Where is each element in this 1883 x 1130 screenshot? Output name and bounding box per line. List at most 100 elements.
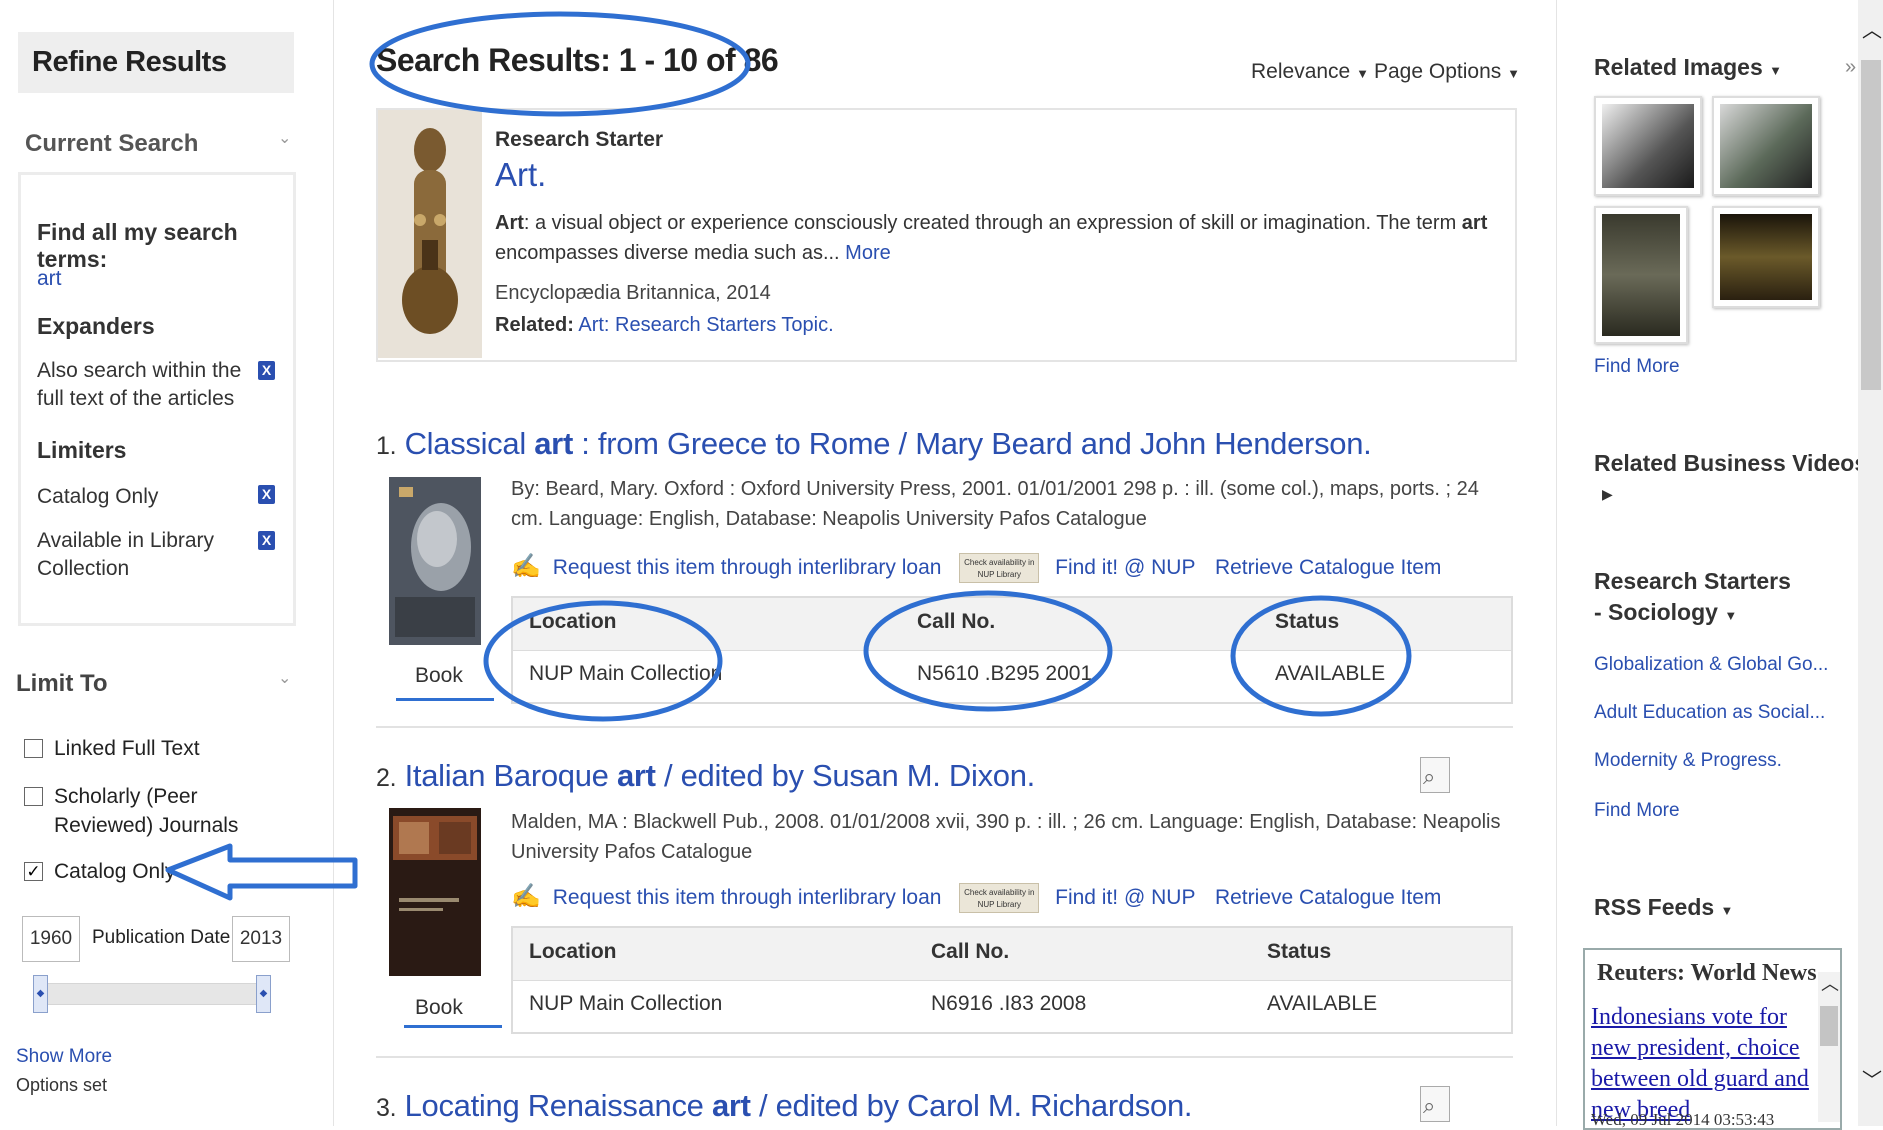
check-availability-badge[interactable]: Check availability in NUP Library [959,553,1040,584]
title-part: Locating Renaissance [404,1088,712,1123]
holdings-cell: AVAILABLE [1275,662,1386,685]
find-more-images-link[interactable]: Find More [1594,356,1680,378]
chevron-down-icon[interactable]: ⌄ [278,668,291,688]
holdings-table-1: Location Call No. Status NUP Main Collec… [511,596,1513,704]
photo-image [1602,214,1680,336]
interlibrary-loan-link[interactable]: Request this item through interlibrary l… [553,886,942,909]
research-starter-title[interactable]: Art. [495,156,546,194]
check-availability-badge[interactable]: Check availability in NUP Library [959,883,1040,914]
slider-handle-right[interactable]: ◆ [256,975,271,1013]
limiter-item: Available in Library Collection [37,529,215,580]
remove-limiter-icon[interactable]: X [258,531,275,550]
rss-feeds-title[interactable]: RSS Feeds ▼ [1594,892,1733,926]
find-it-link[interactable]: Find it! @ NUP [1055,886,1195,909]
research-starter-image[interactable] [378,110,482,358]
related-label: Related: [495,314,574,336]
result-actions-1: ✍ Request this item through interlibrary… [511,552,1441,584]
expanders-title: Expanders [37,313,155,339]
refine-sidebar: Refine Results Current Search ⌄ Find all… [0,0,334,1126]
preview-document-icon[interactable] [1420,757,1450,793]
expand-arrow-icon[interactable]: ▶ [1602,486,1613,503]
holdings-header: Status [1275,610,1340,633]
rss-item-link[interactable]: Indonesians vote for new president, choi… [1591,1002,1811,1126]
scholarly-checkbox[interactable] [24,787,43,806]
search-term-link[interactable]: art [37,265,62,293]
result-actions-2: ✍ Request this item through interlibrary… [511,882,1441,914]
date-slider-track[interactable] [35,983,267,1005]
title-part: / edited by Carol M. Richardson. [750,1088,1193,1123]
retrieve-item-link[interactable]: Retrieve Catalogue Item [1215,886,1441,909]
research-starters-label: Research Starters - Sociology [1594,568,1791,625]
book-cover-1[interactable] [389,477,481,645]
photo-image [1602,104,1694,188]
holdings-header-row: Location Call No. Status [513,598,1511,651]
find-it-link[interactable]: Find it! @ NUP [1055,556,1195,579]
scroll-up-icon[interactable]: ︿ [1862,14,1882,43]
show-more-link[interactable]: Show More [16,1046,112,1068]
book-cover-2[interactable] [389,808,481,976]
related-topic-link[interactable]: : Research Starters Topic. [604,314,834,336]
result-title-1[interactable]: 1. Classical art : from Greece to Rome /… [376,426,1372,462]
desc-term: Art [495,212,524,234]
more-link[interactable]: More [845,242,891,264]
related-videos-title[interactable]: Related Business Videos [1594,448,1867,479]
research-starter-related: Related: Art: Research Starters Topic. [495,314,834,337]
refine-results-title: Refine Results [32,46,227,78]
holdings-cell: N5610 .B295 2001 [917,662,1093,685]
preview-document-icon[interactable] [1420,1086,1450,1122]
page-scroll-thumb[interactable] [1861,60,1881,390]
photo-image [1720,104,1812,188]
related-image-thumb[interactable] [1712,206,1820,308]
retrieve-item-link[interactable]: Retrieve Catalogue Item [1215,556,1441,579]
date-from-input[interactable]: 1960 [22,916,80,962]
desc-term: art [1461,212,1488,234]
holdings-header: Call No. [931,940,1010,963]
find-more-research-link[interactable]: Find More [1594,800,1680,822]
remove-limiter-icon[interactable]: X [258,485,275,504]
research-starter-link[interactable]: Adult Education as Social... [1594,702,1825,724]
page-scrollbar[interactable]: ︿ ﹀ [1858,0,1883,1126]
limit-to-title[interactable]: Limit To [16,670,108,698]
related-image-thumb[interactable] [1594,206,1688,344]
rss-scrollbar[interactable]: ︿ [1818,972,1840,1122]
rss-scroll-thumb[interactable] [1820,1006,1838,1046]
relevance-label: Relevance [1251,60,1351,83]
current-search-title[interactable]: Current Search [25,130,198,158]
holdings-cell: AVAILABLE [1267,992,1378,1015]
scroll-up-icon[interactable]: ︿ [1821,970,1839,996]
result-number: 1. [376,432,397,460]
result-title-3[interactable]: 3. Locating Renaissance art / edited by … [376,1088,1193,1124]
slider-handle-left[interactable]: ◆ [33,975,48,1013]
scroll-down-icon[interactable]: ﹀ [1862,1064,1882,1093]
related-image-thumb[interactable] [1712,96,1820,196]
research-starter-box: Research Starter Art. Art: a visual obje… [376,108,1517,362]
catalog-only-checkbox[interactable]: ✓ [24,862,43,881]
research-starter-description: Art: a visual object or experience consc… [495,208,1495,268]
result-number: 3. [376,1094,397,1122]
chevron-down-icon[interactable]: ⌄ [278,128,291,148]
result-type-label: Book [415,996,463,1019]
related-images-title[interactable]: Related Images ▼ [1594,52,1782,86]
research-starter-link[interactable]: Globalization & Global Go... [1594,654,1828,676]
book-cover-icon [389,808,481,976]
holdings-row: NUP Main Collection N5610 .B295 2001 AVA… [513,650,1511,702]
holdings-cell: NUP Main Collection [529,662,723,685]
result-title-2[interactable]: 2. Italian Baroque art / edited by Susan… [376,758,1035,794]
edit-icon: ✍ [511,553,541,580]
remove-expander-icon[interactable]: X [258,361,275,380]
result-separator [376,726,1513,728]
interlibrary-loan-link[interactable]: Request this item through interlibrary l… [553,556,942,579]
research-starters-title[interactable]: Research Starters - Sociology ▼ [1594,566,1794,631]
title-part: / edited by Susan M. Dixon. [655,758,1035,793]
checkbox-label: Linked Full Text [54,737,200,760]
research-starter-source: Encyclopædia Britannica, 2014 [495,282,771,304]
linked-full-text-checkbox[interactable] [24,739,43,758]
related-image-thumb[interactable] [1594,96,1702,196]
related-art-link[interactable]: Art [578,314,604,336]
holdings-table-2: Location Call No. Status NUP Main Collec… [511,926,1513,1034]
collapse-panel-icon[interactable]: » [1845,56,1856,79]
research-starter-link[interactable]: Modernity & Progress. [1594,750,1782,772]
date-to-input[interactable]: 2013 [232,916,290,962]
page-options-dropdown[interactable]: Page Options ▼ [1374,60,1520,84]
relevance-dropdown[interactable]: Relevance ▼ [1251,60,1369,84]
